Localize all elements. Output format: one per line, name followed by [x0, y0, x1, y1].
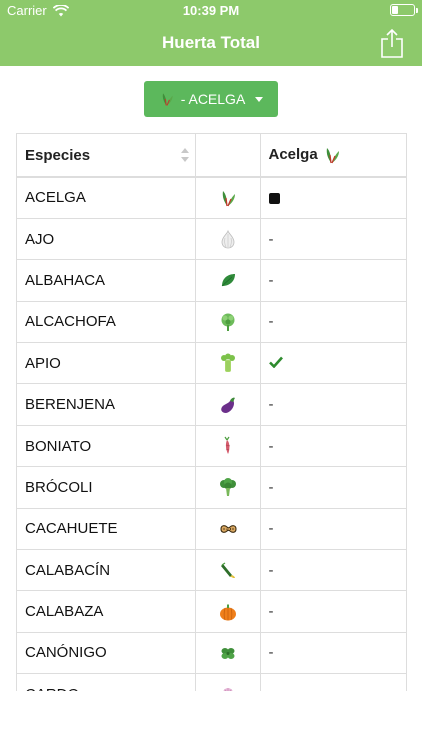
- species-name: CACAHUETE: [17, 507, 196, 551]
- table-row[interactable]: BRÓCOLI -: [17, 466, 406, 509]
- checkmark-icon: [268, 356, 283, 369]
- column-header-icon: [194, 134, 261, 178]
- compatibility-table: Especies Acelga ACELGA AJO - ALBAHACA - ALCAC…: [16, 133, 407, 691]
- compatibility-cell: -: [259, 383, 406, 426]
- basil-icon: [221, 274, 235, 287]
- celery-icon: [220, 353, 235, 373]
- species-name: CALABAZA: [17, 590, 196, 633]
- compatibility-cell: -: [259, 549, 406, 592]
- compatibility-cell: -: [259, 673, 406, 691]
- table-row[interactable]: ACELGA: [17, 176, 406, 219]
- compatibility-cell: -: [259, 466, 406, 509]
- species-icon-cell: [194, 424, 261, 468]
- column-header-compare-label: Acelga: [268, 145, 318, 163]
- table-header-row: Especies Acelga: [17, 134, 406, 178]
- species-name: ACELGA: [17, 176, 196, 219]
- share-icon[interactable]: [380, 28, 404, 58]
- compatibility-value: -: [268, 478, 274, 496]
- species-icon-cell: [194, 383, 261, 426]
- species-name: ALBAHACA: [17, 259, 196, 302]
- thistle-icon: [223, 688, 232, 691]
- compatibility-cell: -: [259, 217, 406, 261]
- status-time: 10:39 PM: [182, 3, 240, 18]
- species-icon-cell: [194, 259, 261, 302]
- species-selector-button[interactable]: - ACELGA: [144, 81, 278, 117]
- species-name: APIO: [17, 342, 196, 385]
- artichoke-icon: [221, 313, 234, 331]
- eggplant-icon: [220, 397, 235, 413]
- species-icon-cell: [194, 631, 261, 675]
- selector-label: - ACELGA: [180, 91, 246, 107]
- table-row[interactable]: CALABACÍN -: [17, 549, 406, 592]
- broccoli-icon: [219, 478, 236, 497]
- species-name: BERENJENA: [17, 383, 196, 426]
- species-icon-cell: [194, 549, 261, 592]
- table-row[interactable]: CARDO -: [17, 673, 406, 691]
- species-name: BONIATO: [17, 424, 196, 468]
- sort-icon[interactable]: [180, 147, 189, 162]
- compatibility-value: -: [268, 603, 274, 621]
- table-row[interactable]: CANÓNIGO -: [17, 631, 406, 675]
- status-bar: Carrier 10:39 PM: [0, 0, 422, 22]
- column-header-species-label: Especies: [25, 146, 91, 164]
- sweet-potato-icon: [224, 436, 230, 455]
- column-header-compare: Acelga: [259, 134, 406, 178]
- zucchini-icon: [220, 562, 235, 579]
- compatibility-cell: -: [259, 300, 406, 344]
- species-icon-cell: [194, 342, 261, 385]
- table-row[interactable]: BONIATO -: [17, 424, 406, 468]
- compatibility-value: -: [268, 313, 274, 331]
- species-icon-cell: [194, 466, 261, 509]
- species-name: ALCACHOFA: [17, 300, 196, 344]
- species-name: CANÓNIGO: [17, 631, 196, 675]
- battery-icon: [390, 4, 418, 16]
- lambs-lettuce-icon: [221, 647, 234, 659]
- table-row[interactable]: APIO: [17, 342, 406, 385]
- species-icon-cell: [194, 176, 261, 219]
- compatibility-cell: -: [259, 507, 406, 551]
- pumpkin-icon: [219, 604, 236, 621]
- compatibility-value: -: [268, 644, 274, 662]
- nav-bar: Huerta Total: [0, 22, 422, 66]
- chard-icon: [222, 190, 235, 207]
- compatibility-cell: -: [259, 259, 406, 302]
- compatibility-value: -: [268, 396, 274, 414]
- table-row[interactable]: CALABAZA -: [17, 590, 406, 633]
- species-icon-cell: [194, 300, 261, 344]
- table-row[interactable]: ALCACHOFA -: [17, 300, 406, 344]
- compatibility-value: -: [268, 437, 274, 455]
- table-row[interactable]: CACAHUETE -: [17, 507, 406, 551]
- compatibility-value: -: [268, 561, 274, 579]
- species-icon-cell: [194, 217, 261, 261]
- compatibility-value: -: [268, 520, 274, 538]
- compatibility-cell: [259, 342, 406, 385]
- species-icon-cell: [194, 507, 261, 551]
- compatibility-cell: -: [259, 424, 406, 468]
- table-row[interactable]: AJO -: [17, 217, 406, 261]
- battery-level: [392, 6, 399, 14]
- table-row[interactable]: BERENJENA -: [17, 383, 406, 426]
- compatibility-cell: -: [259, 631, 406, 675]
- same-species-icon: [268, 192, 280, 204]
- table-row[interactable]: ALBAHACA -: [17, 259, 406, 302]
- garlic-icon: [221, 229, 234, 249]
- chevron-down-icon: [255, 96, 264, 102]
- compatibility-value: -: [268, 230, 274, 248]
- compatibility-value: -: [268, 271, 274, 289]
- compatibility-cell: -: [259, 590, 406, 633]
- compatibility-value: -: [269, 686, 274, 691]
- column-header-species[interactable]: Especies: [17, 134, 196, 178]
- chard-icon: [162, 93, 173, 106]
- page-title: Huerta Total: [162, 33, 260, 52]
- species-name: CALABACÍN: [17, 549, 196, 592]
- species-name: AJO: [17, 217, 196, 261]
- species-name: CARDO: [17, 673, 196, 691]
- species-icon-cell: [194, 673, 261, 691]
- species-name: BRÓCOLI: [17, 466, 196, 509]
- compatibility-cell: [259, 176, 406, 219]
- species-icon-cell: [194, 590, 261, 633]
- peanut-icon: [219, 524, 237, 533]
- chard-icon: [326, 148, 339, 164]
